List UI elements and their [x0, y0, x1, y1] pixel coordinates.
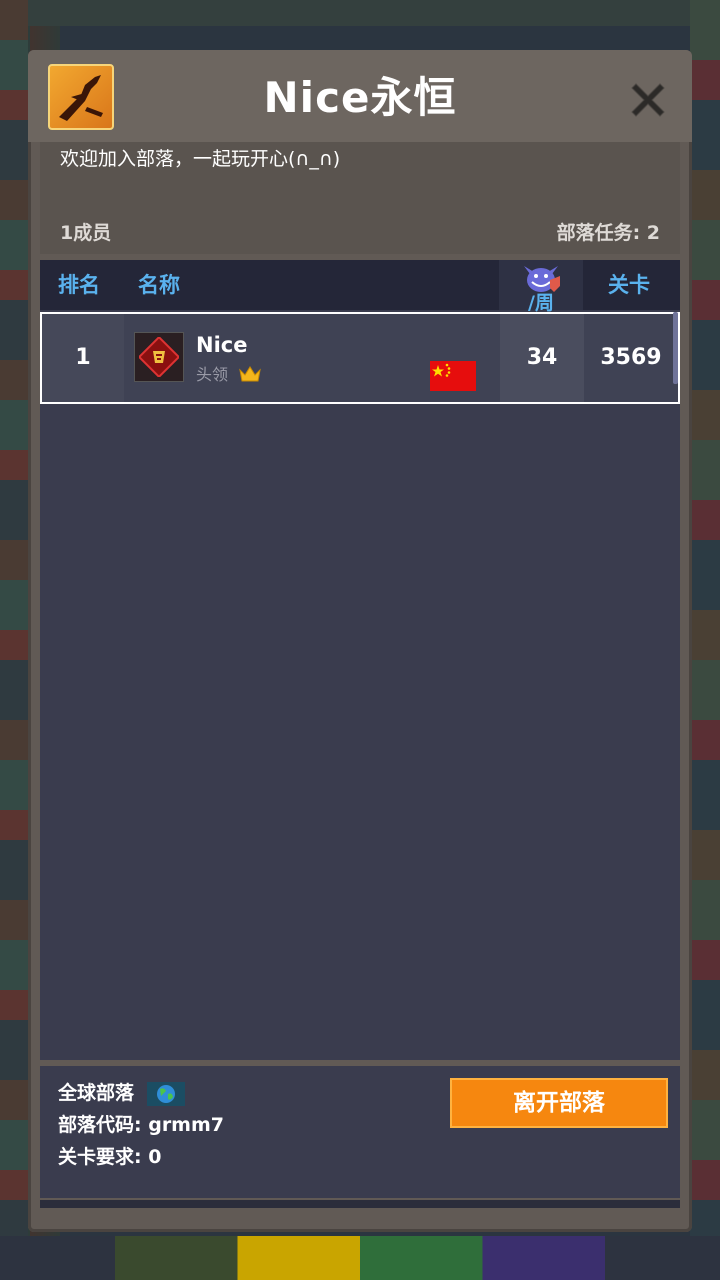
crown-icon [238, 364, 262, 390]
table-header: 排名 名称 /周 关卡 [40, 260, 680, 314]
footer-divider [40, 1200, 680, 1208]
clan-tasks: 部落任务: 2 [556, 222, 660, 244]
member-table: 排名 名称 /周 关卡 1 Nice 头领 34 3569 [40, 260, 680, 1060]
avatar [134, 332, 184, 382]
member-level: 3569 [584, 314, 678, 402]
member-role: 头领 [196, 365, 229, 384]
level-requirement: 关卡要求: 0 [58, 1146, 162, 1168]
table-row[interactable]: 1 Nice 头领 34 3569 [40, 312, 680, 404]
scrollbar[interactable] [673, 312, 678, 384]
close-icon [631, 83, 665, 117]
weekly-label: /周 [528, 292, 554, 314]
background-top-bar [20, 0, 700, 26]
dialog-header: Nice永恒 [28, 50, 692, 142]
clan-footer: 全球部落 部落代码: grmm7 关卡要求: 0 离开部落 [40, 1066, 680, 1198]
member-rank: 1 [42, 314, 124, 402]
leave-clan-button[interactable]: 离开部落 [450, 1078, 668, 1128]
background-right-edge [690, 0, 720, 1280]
global-clan-line: 全球部落 [58, 1078, 185, 1106]
clan-dialog: Nice永恒 欢迎加入部落，一起玩开心(∩_∩) 1成员 部落任务: 2 排名 … [28, 50, 692, 1232]
clan-code: 部落代码: grmm7 [58, 1114, 224, 1136]
global-clan-label: 全球部落 [58, 1082, 135, 1104]
header-name: 名称 [138, 273, 180, 297]
header-rank: 排名 [58, 273, 100, 297]
clan-title: Nice永恒 [263, 73, 457, 122]
member-name-cell: Nice 头领 [124, 314, 500, 402]
clan-info-panel: 欢迎加入部落，一起玩开心(∩_∩) 1成员 部落任务: 2 [40, 142, 680, 254]
member-count: 1成员 [60, 222, 112, 244]
header-level: 关卡 [608, 273, 650, 297]
member-badge-icon [139, 337, 179, 377]
clan-emblem-icon [48, 64, 114, 130]
background-left-edge [0, 0, 28, 1280]
header-weekly: /周 [499, 260, 583, 314]
close-button[interactable] [624, 76, 672, 124]
bottom-navigation-bar [0, 1236, 720, 1280]
china-flag-icon [430, 342, 476, 391]
member-weekly: 34 [500, 314, 584, 402]
clan-description: 欢迎加入部落，一起玩开心(∩_∩) [60, 148, 341, 170]
member-name: Nice [196, 333, 248, 357]
globe-icon [146, 1081, 185, 1106]
